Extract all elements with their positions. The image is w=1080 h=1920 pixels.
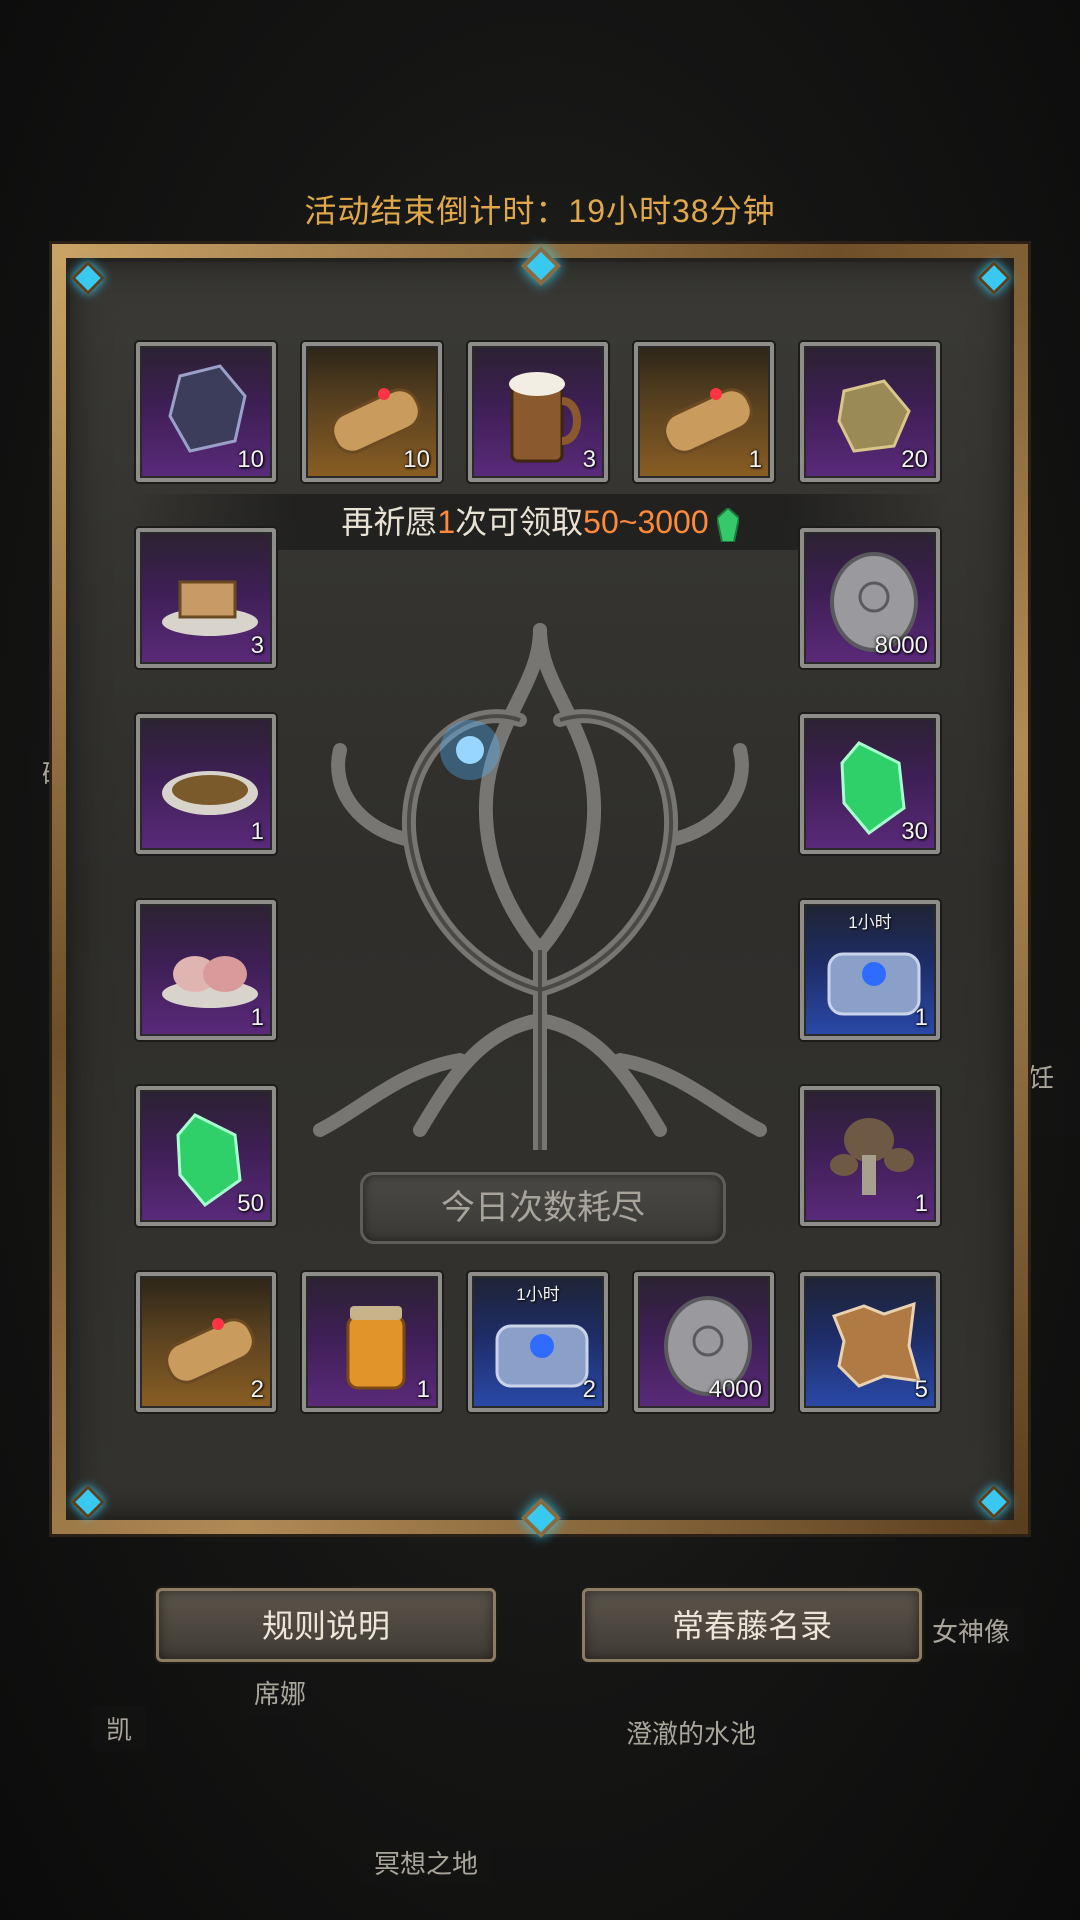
progress-middle: 次可领取 <box>455 504 584 540</box>
slot-count: 10 <box>237 446 264 473</box>
slot-count: 1 <box>250 1004 264 1031</box>
slot-count: 8000 <box>874 632 928 659</box>
reward-slot[interactable]: 10 <box>302 342 442 482</box>
reward-slot[interactable]: 3 <box>136 528 276 668</box>
slot-count: 2 <box>582 1376 596 1403</box>
slot-count: 4000 <box>708 1376 762 1403</box>
rules-button[interactable]: 规则说明 <box>156 1588 496 1662</box>
daily-limit-button[interactable]: 今日次数耗尽 <box>360 1172 726 1244</box>
reward-slot[interactable]: 1小时 2 <box>468 1272 608 1412</box>
slot-count: 5 <box>914 1376 928 1403</box>
ivy-roster-button[interactable]: 常春藤名录 <box>582 1588 922 1662</box>
reward-slot[interactable]: 3 <box>468 342 608 482</box>
bg-label-xina: 席娜 <box>240 1670 321 1715</box>
slot-count: 1 <box>914 1190 928 1217</box>
bg-label-kai: 凯 <box>92 1706 147 1751</box>
reward-slot[interactable]: 30 <box>800 714 940 854</box>
reward-slot[interactable]: 1 <box>136 900 276 1040</box>
slot-count: 2 <box>250 1376 264 1403</box>
slot-count: 30 <box>901 818 928 845</box>
slot-count: 1 <box>748 446 762 473</box>
tree-emblem-icon <box>313 623 767 1150</box>
bg-label-clear-pool: 澄澈的水池 <box>612 1710 771 1755</box>
bg-label-meditation-place: 冥想之地 <box>360 1840 493 1885</box>
reward-slot[interactable]: 1 <box>302 1272 442 1412</box>
event-countdown: 活动结束倒计时：19小时38分钟 <box>0 186 1080 232</box>
slot-count: 10 <box>403 446 430 473</box>
countdown-value: 19小时38分钟 <box>568 193 776 229</box>
reward-slot[interactable]: 1 <box>634 342 774 482</box>
slot-count: 1 <box>416 1376 430 1403</box>
reward-slot[interactable]: 8000 <box>800 528 940 668</box>
reward-slot[interactable]: 1 <box>136 714 276 854</box>
slot-count: 3 <box>250 632 264 659</box>
countdown-label: 活动结束倒计时： <box>304 193 569 229</box>
reward-slot[interactable]: 1小时 1 <box>800 900 940 1040</box>
slot-count: 50 <box>237 1190 264 1217</box>
reward-slot[interactable]: 5 <box>800 1272 940 1412</box>
reward-slot[interactable]: 50 <box>136 1086 276 1226</box>
slot-count: 3 <box>582 446 596 473</box>
reward-slot[interactable]: 10 <box>136 342 276 482</box>
bg-label-goddess-statue: 女神像 <box>918 1608 1025 1653</box>
reward-slot[interactable]: 1 <box>800 1086 940 1226</box>
progress-prefix: 再祈愿 <box>341 504 438 540</box>
progress-range: 50~3000 <box>583 504 709 540</box>
emerald-currency-icon <box>716 507 739 542</box>
slot-count: 20 <box>901 446 928 473</box>
reward-slot[interactable]: 4000 <box>634 1272 774 1412</box>
reward-slot[interactable]: 2 <box>136 1272 276 1412</box>
progress-times: 1 <box>437 504 456 540</box>
slot-count: 1 <box>914 1004 928 1031</box>
slot-count: 1 <box>250 818 264 845</box>
reward-slot[interactable]: 20 <box>800 342 940 482</box>
